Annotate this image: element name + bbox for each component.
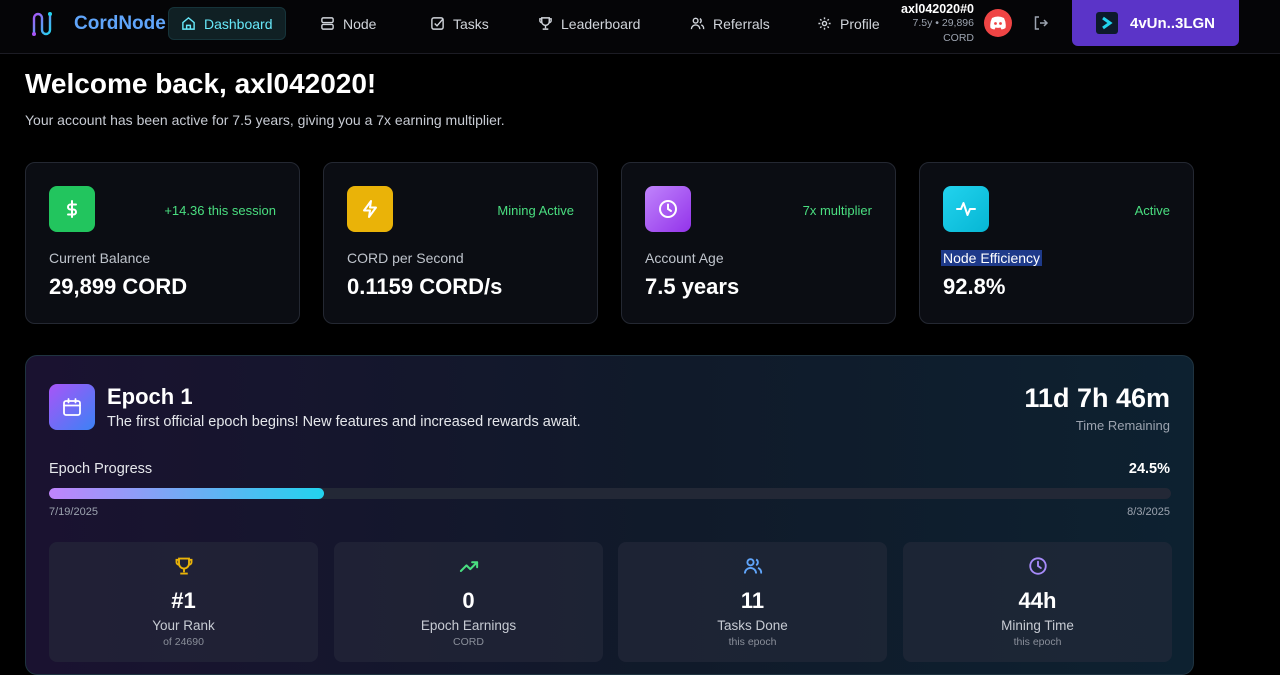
epoch-panel: Epoch 1 The first official epoch begins!… xyxy=(25,355,1194,675)
trophy-icon xyxy=(539,17,552,30)
stat-label: Account Age xyxy=(645,250,724,266)
metric-value: 0 xyxy=(462,588,475,613)
calendar-icon xyxy=(49,384,95,430)
wallet-logo-icon xyxy=(1095,12,1118,34)
discord-avatar-icon[interactable] xyxy=(984,9,1012,37)
metric-sub: CORD xyxy=(453,636,484,648)
stat-card-age: 7x multiplier Account Age 7.5 years xyxy=(621,162,896,324)
activity-icon xyxy=(943,186,989,232)
gear-icon xyxy=(818,17,831,30)
epoch-end-date: 8/3/2025 xyxy=(1127,506,1170,518)
lightning-icon xyxy=(347,186,393,232)
user-info[interactable]: axl042020#0 7.5y • 29,896 CORD xyxy=(880,2,974,46)
user-unit: CORD xyxy=(943,32,974,44)
trophy-icon xyxy=(175,557,192,575)
stat-card-balance: +14.36 this session Current Balance 29,8… xyxy=(25,162,300,324)
nav-tasks[interactable]: Tasks xyxy=(418,7,501,40)
home-icon xyxy=(182,16,195,30)
nav-dashboard[interactable]: Dashboard xyxy=(168,7,286,40)
trending-up-icon xyxy=(459,561,478,572)
time-remaining-label: Time Remaining xyxy=(1075,418,1170,433)
page-subtitle: Your account has been active for 7.5 yea… xyxy=(25,112,505,128)
stat-status: 7x multiplier xyxy=(802,203,872,218)
epoch-progress-percent: 24.5% xyxy=(1128,461,1170,477)
stat-value: 0.1159 CORD/s xyxy=(347,274,503,299)
brand-name[interactable]: CordNode xyxy=(74,13,166,35)
epoch-progress-fill xyxy=(49,488,324,499)
metric-sub: this epoch xyxy=(728,636,777,648)
wallet-button[interactable]: 4vUn..3LGN xyxy=(1072,0,1239,46)
nav-leaderboard[interactable]: Leaderboard xyxy=(526,7,652,40)
metric-sub: of 24690 xyxy=(163,636,204,648)
users-icon xyxy=(743,558,762,574)
epoch-description: The first official epoch begins! New fea… xyxy=(107,414,581,430)
cordnode-logo-icon[interactable] xyxy=(30,10,58,38)
epoch-progress-label: Epoch Progress xyxy=(49,461,153,477)
username: axl042020#0 xyxy=(901,2,974,16)
stat-label: Node Efficiency xyxy=(941,250,1043,266)
nav-dashboard-label: Dashboard xyxy=(204,15,273,32)
wallet-address: 4vUn..3LGN xyxy=(1129,14,1216,32)
nav-node[interactable]: Node xyxy=(308,7,388,40)
top-nav: CordNode Dashboard Node Tasks Leaderboar… xyxy=(0,0,1280,54)
metric-label: Epoch Earnings xyxy=(420,618,517,633)
metric-card-tasks: 11 Tasks Done this epoch xyxy=(618,542,887,662)
metric-card-rank: #1 Your Rank of 24690 xyxy=(49,542,318,662)
metric-label: Tasks Done xyxy=(717,618,788,633)
stat-label: CORD per Second xyxy=(347,250,464,266)
stat-value: 7.5 years xyxy=(645,274,740,299)
stat-status: Mining Active xyxy=(497,203,574,218)
user-meta: 7.5y • 29,896 xyxy=(912,17,974,29)
stat-card-efficiency: Active Node Efficiency 92.8% xyxy=(919,162,1194,324)
stat-card-rate: Mining Active CORD per Second 0.1159 COR… xyxy=(323,162,598,324)
server-icon xyxy=(321,17,334,30)
stat-status: +14.36 this session xyxy=(164,203,276,218)
clock-icon xyxy=(645,186,691,232)
epoch-progress-bar xyxy=(49,488,1171,499)
metric-label: Mining Time xyxy=(1001,618,1074,633)
stat-value: 29,899 CORD xyxy=(49,274,188,299)
metric-label: Your Rank xyxy=(152,618,215,633)
epoch-start-date: 7/19/2025 xyxy=(49,506,98,518)
metric-value: 11 xyxy=(740,588,765,613)
stat-status: Active xyxy=(1134,203,1170,218)
time-remaining-value: 11d 7h 46m xyxy=(1024,383,1170,413)
nav-node-label: Node xyxy=(343,15,377,32)
stat-value: 92.8% xyxy=(943,274,1006,299)
metric-value: 44h xyxy=(1018,588,1057,613)
nav-tasks-label: Tasks xyxy=(453,15,489,32)
nav-referrals-label: Referrals xyxy=(713,15,770,32)
users-icon xyxy=(690,17,705,30)
nav-profile[interactable]: Profile xyxy=(805,7,892,40)
metric-value: #1 xyxy=(171,588,196,613)
checkbox-icon xyxy=(431,17,444,30)
nav-leaderboard-label: Leaderboard xyxy=(561,15,641,32)
nav-referrals[interactable]: Referrals xyxy=(678,7,782,40)
clock-icon xyxy=(1028,557,1047,575)
dollar-icon xyxy=(49,186,95,232)
metric-card-mining-time: 44h Mining Time this epoch xyxy=(903,542,1172,662)
epoch-title: Epoch 1 xyxy=(107,384,193,409)
stat-label: Current Balance xyxy=(49,250,151,266)
metric-sub: this epoch xyxy=(1013,636,1062,648)
metric-card-earnings: 0 Epoch Earnings CORD xyxy=(334,542,603,662)
page-title: Welcome back, axl042020! xyxy=(25,68,377,99)
nav-profile-label: Profile xyxy=(840,15,880,32)
logout-icon[interactable] xyxy=(1033,15,1049,31)
